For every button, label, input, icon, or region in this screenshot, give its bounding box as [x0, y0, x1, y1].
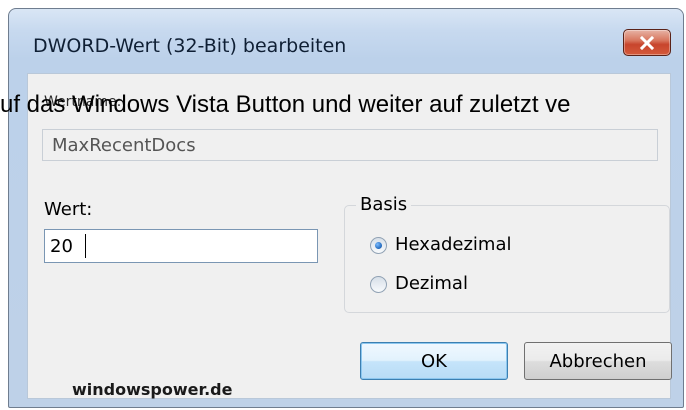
decimal-radio-option[interactable]: Dezimal [370, 272, 468, 296]
dialog-title: DWORD-Wert (32-Bit) bearbeiten [33, 35, 347, 57]
close-button[interactable] [623, 29, 671, 56]
hexadecimal-label: Hexadezimal [395, 234, 512, 255]
text-caret [85, 234, 86, 258]
overlay-caption-text: uf das Windows Vista Button und weiter a… [0, 91, 571, 118]
dialog-window: DWORD-Wert (32-Bit) bearbeiten Wertname:… [8, 8, 684, 408]
base-group-label: Basis [356, 195, 412, 215]
title-bar[interactable]: DWORD-Wert (32-Bit) bearbeiten [9, 9, 683, 57]
watermark-text: windowspower.de [72, 380, 233, 399]
value-name-field: MaxRecentDocs [42, 129, 658, 161]
dialog-content: Wertname: MaxRecentDocs Wert: Basis Hexa… [27, 73, 672, 399]
hexadecimal-radio-option[interactable]: Hexadezimal [370, 233, 512, 257]
decimal-label: Dezimal [395, 273, 468, 294]
hexadecimal-radio-button[interactable] [370, 236, 387, 254]
base-groupbox [344, 205, 670, 313]
decimal-radio-button[interactable] [370, 275, 387, 293]
ok-button[interactable]: OK [360, 342, 508, 380]
cancel-button[interactable]: Abbrechen [524, 342, 672, 380]
close-icon [639, 35, 655, 51]
value-name-text: MaxRecentDocs [52, 135, 196, 156]
value-data-label: Wert: [44, 199, 93, 220]
